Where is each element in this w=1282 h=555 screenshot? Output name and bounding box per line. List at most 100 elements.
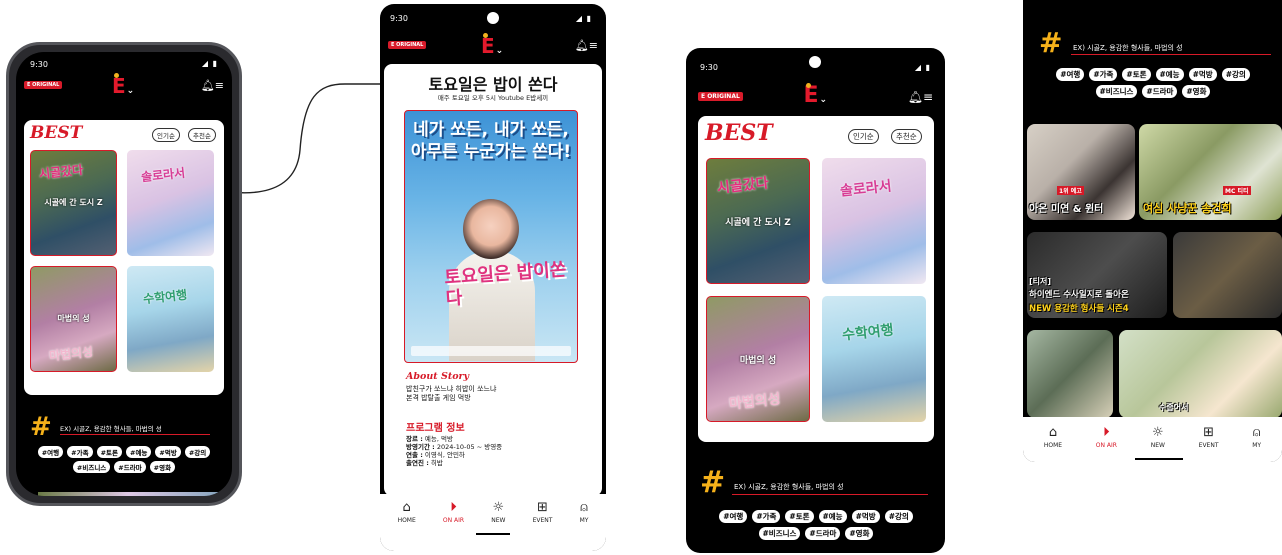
play-icon: ⏵ [1103,425,1110,440]
tag-chip[interactable]: #드라마 [1142,85,1178,98]
peek-thumbnails [38,492,218,496]
program-thumb-2[interactable]: 솔로라서 [822,158,926,284]
original-badge[interactable]: E ORIGINAL [24,81,63,89]
video-thumb[interactable] [1027,330,1113,418]
program-poster[interactable]: 네가 쏘든, 내가 쏘든, 아무튼 누군가는 쏜다! 토요일은 밥이쏜다 [404,110,578,363]
bottom-nav: ⌂ HOME ⏵ ON AIR ☼ NEW ⊞ EVENT ⍝ MY [384,500,602,524]
poster-title: 토요일은 밥이쏜다 [443,259,568,310]
tag-chip[interactable]: #먹방 [851,510,880,523]
program-thumb-1[interactable]: 시골갔다 시골에 간 도시 Z [30,150,117,256]
tag-chip[interactable]: #비즈니스 [758,527,801,540]
program-thumb-4[interactable]: 수학여행 [822,296,926,422]
nav-event[interactable]: ⊞ EVENT [533,500,553,524]
app-logo[interactable]: E⌄ [481,33,503,61]
info-value: 히밥 [428,459,443,467]
tag-chip[interactable]: #강의 [184,446,211,458]
tag-chip[interactable]: #여행 [37,446,64,458]
best-card: BEST 인기순 추천순 시골갔다 시골에 간 도시 Z 솔로라서 마법의성 마… [24,120,224,395]
sort-recommended-button[interactable]: 추천순 [891,129,922,144]
video-caption-2: NEW 용감한 형사들 시즌4 [1029,304,1129,314]
nav-home[interactable]: ⌂ HOME [1044,425,1062,449]
hashtag-search-input[interactable]: EX) 시골Z, 용감한 형사들, 마법의 성 [1073,43,1183,53]
bell-menu-icons[interactable]: 🔔︎≡ [908,90,933,104]
original-badge[interactable]: E ORIGINAL [388,41,427,49]
sort-popular-button[interactable]: 인기순 [848,129,879,144]
tag-chip[interactable]: #먹방 [155,446,181,458]
tag-chip[interactable]: #여행 [719,510,748,523]
tag-chip[interactable]: #비즈니스 [1095,85,1138,98]
video-thumb[interactable] [1173,232,1282,318]
tag-chip[interactable]: #강의 [884,510,913,523]
tag-chip[interactable]: #토론 [785,510,814,523]
tag-chip[interactable]: #드라마 [805,527,841,540]
app-logo[interactable]: E⌄ [804,83,827,110]
tag-chip[interactable]: #강의 [1221,68,1250,81]
top-bar: E ORIGINAL E⌄ 🔔︎≡ [686,83,945,114]
canvas: 9:30 ◢ ▮ E ORIGINAL E⌄ 🔔︎≡ BEST 인기순 추천순 … [0,0,1282,555]
sort-recommended-button[interactable]: 추천순 [188,128,216,142]
program-thumb-2[interactable]: 솔로라서 [127,150,214,256]
program-label: 마법의 성 [739,356,777,366]
tag-chip[interactable]: #가족 [67,446,93,458]
tag-chip[interactable]: #토론 [96,446,122,458]
program-detail-card: 토요일은 밥이 쏜다 매주 토요일 오후 5시 Youtube E밥세끼 네가 … [384,64,602,496]
hashtag-search-input[interactable]: EX) 시골Z, 용감한 형사들, 마법의 성 [734,482,844,492]
hashtag-search-input[interactable]: EX) 시골Z, 용감한 형사들, 마법의 성 [60,423,162,433]
tag-chip[interactable]: #영화 [149,461,176,473]
nav-event[interactable]: ⊞ EVENT [1199,425,1219,449]
tag-chip[interactable]: #예능 [818,510,847,523]
program-thumb-3[interactable]: 마법의성 마법의 성 [706,296,810,422]
nav-label: EVENT [1198,442,1219,449]
video-thumb[interactable]: [티저] 하이엔드 수사일지로 돌아온 NEW 용감한 형사들 시즌4 [1027,232,1167,318]
nav-new[interactable]: ☼ NEW [1151,425,1165,449]
program-thumb-3[interactable]: 마법의성 마법의 성 [30,266,117,372]
hashtag-list: #여행 #가족 #토론 #예능 #먹방 #강의 #비즈니스 #드라마 #영화 [34,446,214,473]
logo-letter: E [481,34,495,58]
tag-chip[interactable]: #토론 [1122,68,1151,81]
home-screen: 9:30 ◢ ▮ E ORIGINAL E⌄ 🔔︎≡ BEST 인기순 추천순 … [16,52,232,496]
nav-on-air[interactable]: ⏵ ON AIR [443,500,464,524]
video-thumb[interactable]: MC 티티 여심 사냥꾼 송건희 [1139,124,1282,220]
camera-hole [487,12,499,24]
poster-title: 수학여행 [142,287,188,307]
sort-popular-button[interactable]: 인기순 [152,128,180,142]
tag-chip[interactable]: #여행 [1056,68,1085,81]
camera-hole [809,56,821,68]
nav-label: EVENT [532,517,553,524]
bulb-icon: ☼ [1151,425,1164,440]
nav-home[interactable]: ⌂ HOME [398,500,416,524]
tag-chip[interactable]: #드라마 [114,461,146,473]
tag-chip[interactable]: #가족 [752,510,781,523]
video-thumb[interactable]: 수줍어서 [1119,330,1282,418]
nav-label: NEW [491,517,506,524]
tag-chip[interactable]: #영화 [1182,85,1211,98]
nav-my[interactable]: ⍝ MY [1252,425,1261,449]
info-row: 방영기간 : 2024-10-05 ~ 방영중 [406,443,502,451]
info-key: 방영기간 : [406,443,435,451]
info-row: 연출 : 이영식, 안민하 [406,451,502,459]
program-thumb-4[interactable]: 수학여행 [127,266,214,372]
signal-battery-icon: ◢ ▮ [201,59,218,68]
tag-chip[interactable]: #가족 [1089,68,1118,81]
status-time: 9:30 [700,63,718,72]
bell-menu-icons[interactable]: 🔔︎≡ [201,79,224,92]
top-bar: E ORIGINAL E⌄ 🔔︎≡ [16,73,232,101]
about-line: 밥친구가 쏘느냐 히밥이 쏘느냐 [406,385,497,393]
best-card: BEST 인기순 추천순 시골갔다 시골에 간 도시 Z 솔로라서 마법의성 마… [698,116,934,442]
tag-chip[interactable]: #예능 [1155,68,1184,81]
search-underline [60,434,210,435]
tag-chip[interactable]: #예능 [126,446,152,458]
original-badge[interactable]: E ORIGINAL [698,92,743,101]
tag-chip[interactable]: #영화 [845,527,874,540]
tag-chip[interactable]: #먹방 [1188,68,1217,81]
program-thumb-1[interactable]: 시골갔다 시골에 간 도시 Z [706,158,810,284]
bell-menu-icons[interactable]: 🔔︎≡ [575,39,598,52]
tag-chip[interactable]: #비즈니스 [72,461,111,473]
app-logo[interactable]: E⌄ [112,73,134,101]
nav-on-air[interactable]: ⏵ ON AIR [1096,425,1117,449]
video-caption: 수줍어서 [1159,403,1189,412]
nav-label: ON AIR [442,517,465,524]
video-thumb[interactable]: 1위 예고 아온 미연 & 윈터 [1027,124,1135,220]
nav-new[interactable]: ☼ NEW [491,500,505,524]
nav-my[interactable]: ⍝ MY [580,500,589,524]
